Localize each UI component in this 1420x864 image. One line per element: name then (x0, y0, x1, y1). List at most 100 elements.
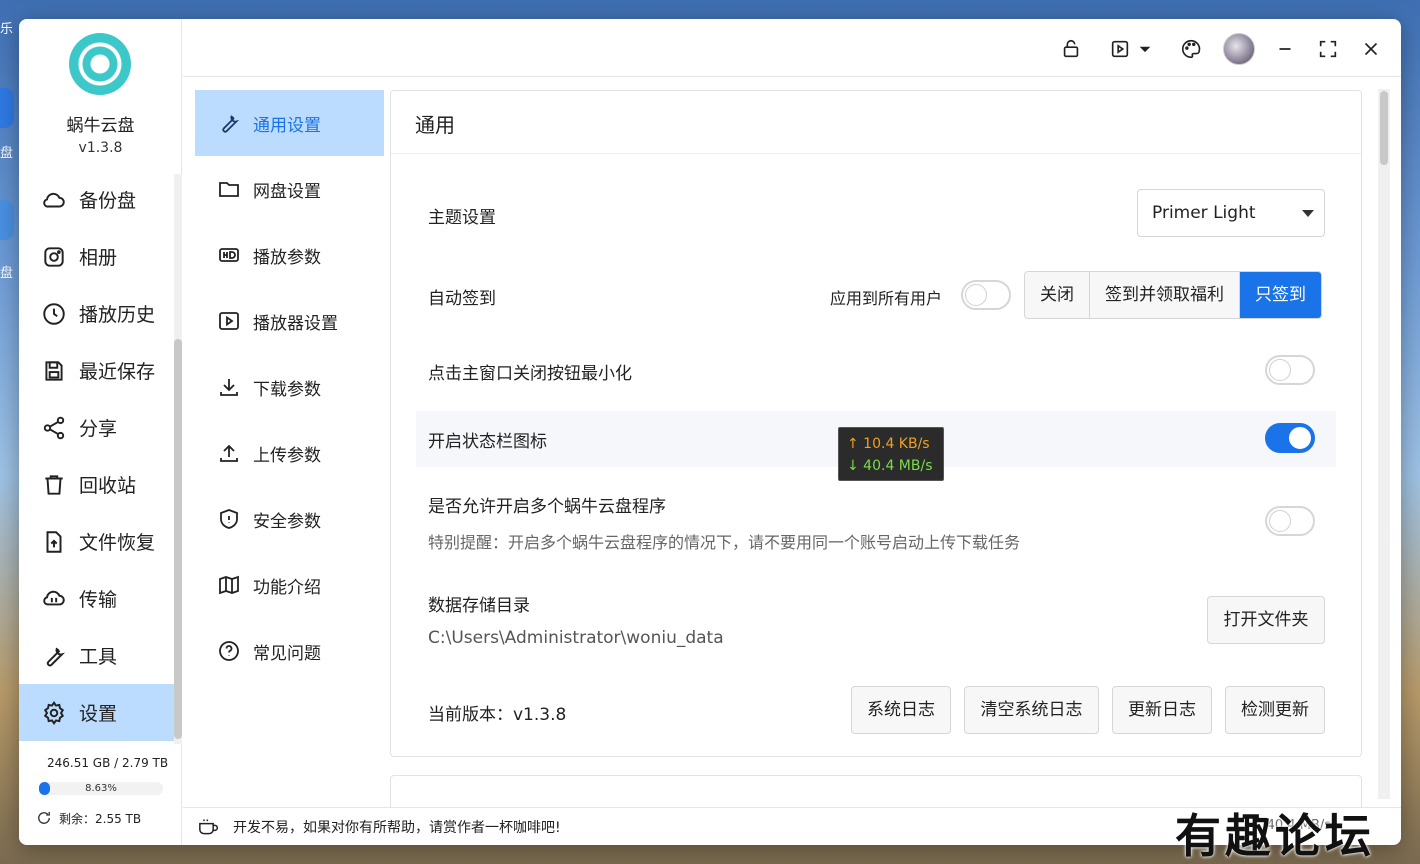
player-button[interactable] (1105, 34, 1135, 64)
submenu-label: 下载参数 (253, 379, 321, 400)
tab-features[interactable]: 功能介绍 (195, 552, 384, 618)
maximize-button[interactable] (1313, 34, 1343, 64)
theme-setting-label: 主题设置 (428, 208, 496, 228)
sidebar-item-album[interactable]: 相册 (19, 228, 174, 285)
autosign-option-sign-only[interactable]: 只签到 (1240, 272, 1321, 318)
submenu-label: 网盘设置 (253, 181, 321, 202)
sidebar-item-restore[interactable]: 文件恢复 (19, 513, 174, 570)
theme-button[interactable] (1176, 34, 1206, 64)
instagram-icon (44, 246, 64, 267)
clear-system-log-button[interactable]: 清空系统日志 (964, 686, 1099, 734)
sidebar-item-trash[interactable]: 回收站 (19, 456, 174, 513)
sidebar-item-share[interactable]: 分享 (19, 399, 174, 456)
submenu-label: 安全参数 (253, 511, 321, 532)
sidebar-item-transfer[interactable]: 传输 (19, 570, 174, 627)
coffee-icon[interactable] (197, 817, 221, 837)
tab-download-params[interactable]: 下载参数 (195, 354, 384, 420)
gear-icon (43, 700, 65, 725)
check-update-button[interactable]: 检测更新 (1225, 686, 1325, 734)
main-nav: 备份盘 相册 播放历史 最近保存 分享 回收站 文件恢复 传输 工具 设置 (19, 171, 174, 741)
save-icon (45, 360, 63, 381)
sidebar-item-tools[interactable]: 工具 (19, 627, 174, 684)
lock-button[interactable] (1056, 34, 1086, 64)
content-scrollbar-thumb[interactable] (1380, 91, 1388, 165)
download-speed: ↓ 40.4 MB/s (847, 458, 933, 474)
desktop-app-icon[interactable] (0, 88, 14, 128)
storage-remaining[interactable]: 剩余：2.55 TB (35, 809, 141, 827)
autosign-label: 自动签到 (428, 289, 496, 309)
submenu-label: 播放参数 (253, 247, 321, 268)
sidebar-item-settings[interactable]: 设置 (19, 684, 174, 741)
share-icon (43, 416, 65, 439)
theme-select-value: Primer Light (1152, 203, 1256, 223)
multi-instance-toggle[interactable] (1265, 506, 1315, 536)
forum-watermark: 有趣论坛 (1175, 809, 1375, 863)
toggle-knob (965, 284, 987, 306)
refresh-icon[interactable] (35, 809, 53, 827)
minimize-on-close-toggle[interactable] (1265, 355, 1315, 385)
tab-drive-settings[interactable]: 网盘设置 (195, 156, 384, 222)
sidebar-item-label: 回收站 (79, 475, 137, 497)
sidebar-item-backup[interactable]: 备份盘 (19, 171, 174, 228)
donate-message[interactable]: 开发不易，如果对你有所帮助，请赏作者一杯咖啡吧! (233, 817, 561, 837)
changelog-button[interactable]: 更新日志 (1112, 686, 1212, 734)
data-dir-path: C:\Users\Administrator\woniu_data (428, 628, 724, 648)
tray-icon-label: 开启状态栏图标 (428, 432, 547, 452)
player-dropdown[interactable] (1135, 34, 1155, 64)
multi-instance-label: 是否允许开启多个蜗牛云盘程序 (428, 497, 666, 517)
tab-player-settings[interactable]: 播放器设置 (195, 288, 384, 354)
tab-upload-params[interactable]: 上传参数 (195, 420, 384, 486)
trash-icon (45, 474, 63, 495)
tab-general-settings[interactable]: 通用设置 (195, 90, 384, 156)
app-window: 蜗牛云盘 v1.3.8 备份盘 相册 播放历史 最近保存 分享 回收站 文件恢复… (19, 19, 1401, 845)
open-folder-button[interactable]: 打开文件夹 (1207, 596, 1325, 644)
storage-progress-bar: 8.63% (39, 782, 163, 795)
minimize-button[interactable] (1270, 34, 1300, 64)
sidebar-scrollbar-thumb[interactable] (174, 339, 182, 739)
theme-select[interactable]: Primer Light (1137, 189, 1325, 237)
tray-icon-toggle[interactable] (1265, 423, 1315, 453)
caret-down-icon (1302, 210, 1314, 217)
minimize-on-close-label: 点击主窗口关闭按钮最小化 (428, 364, 632, 384)
submenu-label: 功能介绍 (253, 577, 321, 598)
toggle-knob (1289, 427, 1311, 449)
sidebar-item-label: 最近保存 (79, 361, 156, 383)
close-button[interactable] (1356, 34, 1386, 64)
play-icon (219, 312, 239, 330)
submenu-label: 常见问题 (253, 643, 321, 664)
settings-submenu: 通用设置 网盘设置 播放参数 播放器设置 下载参数 上传参数 安全参数 功能介绍… (195, 90, 384, 684)
close-icon (1364, 42, 1378, 56)
tab-playback-params[interactable]: 播放参数 (195, 222, 384, 288)
question-icon (219, 641, 239, 661)
sidebar-item-label: 文件恢复 (79, 532, 156, 554)
palette-icon (1182, 39, 1201, 59)
sidebar-item-label: 传输 (79, 589, 118, 611)
submenu-label: 通用设置 (253, 115, 321, 136)
desktop-label: 盘 (0, 146, 14, 161)
sidebar-item-history[interactable]: 播放历史 (19, 285, 174, 342)
sidebar-item-label: 设置 (79, 703, 118, 725)
sidebar-item-label: 分享 (79, 418, 118, 440)
tab-faq[interactable]: 常见问题 (195, 618, 384, 684)
autosign-option-sign-and-claim[interactable]: 签到并领取福利 (1090, 272, 1240, 318)
play-square-icon (1111, 40, 1129, 58)
upload-icon (220, 444, 238, 462)
tab-security-params[interactable]: 安全参数 (195, 486, 384, 552)
submenu-label: 播放器设置 (253, 313, 338, 334)
caret-down-icon (1139, 46, 1151, 53)
content-scrollbar-track[interactable] (1378, 89, 1390, 799)
autosign-option-off[interactable]: 关闭 (1025, 272, 1090, 318)
avatar[interactable] (1223, 33, 1255, 65)
download-icon (220, 379, 238, 396)
sidebar-item-recent[interactable]: 最近保存 (19, 342, 174, 399)
file-restore-icon (46, 530, 62, 553)
toggle-knob (1269, 359, 1291, 381)
toggle-knob (1269, 510, 1291, 532)
multi-instance-note: 特别提醒：开启多个蜗牛云盘程序的情况下，请不要用同一个账号启动上传下载任务 (428, 533, 1021, 552)
storage-remaining-label: 剩余：2.55 TB (59, 811, 142, 826)
system-log-button[interactable]: 系统日志 (851, 686, 951, 734)
sidebar-item-label: 播放历史 (79, 304, 156, 326)
apply-all-users-toggle[interactable] (961, 280, 1011, 310)
desktop-app-icon[interactable] (0, 200, 14, 240)
transfer-icon (43, 590, 65, 605)
